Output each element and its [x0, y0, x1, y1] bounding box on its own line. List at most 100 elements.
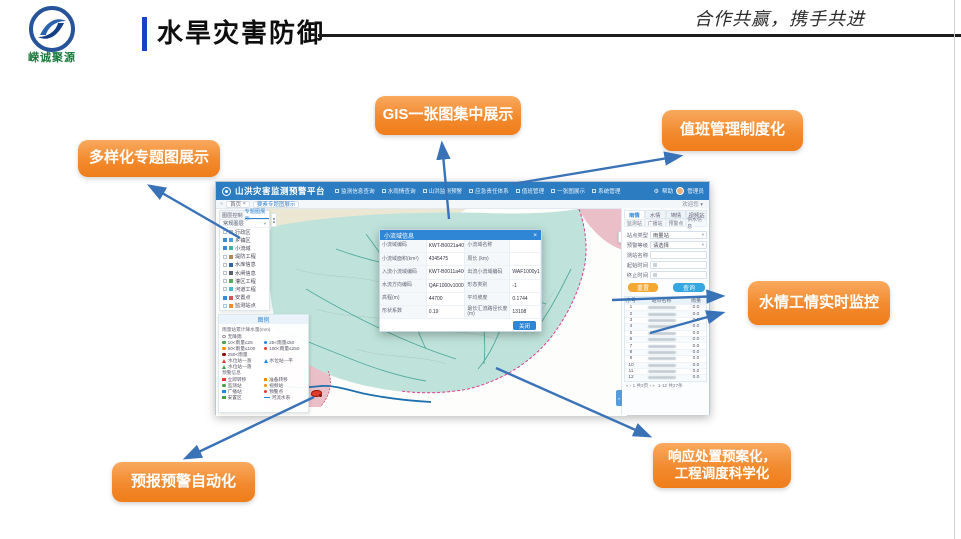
menu-item[interactable]: 水雨情查询	[382, 187, 416, 195]
form-buttons: 重置 查询	[624, 283, 707, 293]
warning-level-select[interactable]: 请选择	[650, 241, 707, 249]
menu-item-duty[interactable]: 值班管理	[516, 187, 544, 195]
gear-icon[interactable]: ⚙	[654, 188, 659, 195]
checkbox[interactable]	[223, 263, 227, 267]
map-legend: 图例 雨量站累计降水量(mm) 无降雨 10<雨量≤25 25<雨量≤50 50…	[218, 314, 309, 413]
menu-item[interactable]: 监测信息查询	[335, 187, 375, 195]
checkbox[interactable]	[223, 287, 227, 291]
station-icon	[229, 304, 233, 308]
tab-current-view[interactable]: 要素专题图展示	[253, 201, 300, 208]
table-row[interactable]: 120.0	[625, 374, 706, 380]
tab-monitor-station[interactable]: 监测站	[624, 219, 645, 227]
tab-thematic-maps[interactable]: 专题图展示	[245, 211, 270, 219]
menu-item[interactable]: 系统管理	[592, 187, 620, 195]
flood-event-marker[interactable]	[311, 390, 322, 397]
close-icon[interactable]: ×	[533, 232, 537, 239]
blurred-station-name	[648, 370, 676, 373]
layer-item[interactable]: 水闸信息	[220, 269, 269, 277]
start-time-input[interactable]	[650, 261, 707, 269]
app-header: 山洪灾害监测预警平台 监测信息查询 水雨情查询 山洪监测预警 应急责任体系 值班…	[216, 182, 709, 200]
admin-region-icon	[229, 230, 233, 234]
legend-item: 安置区	[222, 395, 264, 400]
layer-panel: 图层控制 专题图展示 常规图层 行政区 乡镇区 小流域 堤防工程 水库信息 水闸…	[219, 210, 270, 311]
stage-rising-icon	[222, 359, 226, 363]
layer-item[interactable]: 行政区	[220, 228, 269, 236]
layer-panel-tabs: 图层控制 专题图展示	[220, 211, 269, 220]
layer-item[interactable]: 乡镇区	[220, 236, 269, 244]
blurred-station-name	[648, 313, 676, 316]
legend-item: 无降雨	[222, 334, 264, 339]
callout-forecast-warning: 预报预警自动化	[112, 462, 255, 502]
dialog-title: 小流域信息	[384, 231, 414, 240]
station-type-select[interactable]: 雨量站	[650, 231, 707, 239]
blurred-station-name	[648, 338, 676, 341]
panel-collapse-handle[interactable]: «	[616, 390, 622, 406]
checkbox[interactable]	[223, 230, 227, 234]
checkbox-checked[interactable]	[223, 238, 227, 242]
end-time-input[interactable]	[650, 271, 707, 279]
tab-water[interactable]: 水情	[645, 210, 666, 219]
tab-layer-control[interactable]: 图层控制	[220, 211, 245, 219]
legend-item: 立即转移	[222, 377, 264, 382]
station-name-input[interactable]	[650, 251, 707, 259]
callout-gis-one-map: GIS一张图集中展示	[375, 96, 521, 135]
tab-soil[interactable]: 墒情	[666, 210, 687, 219]
shelter-icon	[229, 296, 233, 300]
legend-item: 视频站	[264, 383, 306, 388]
welcome-dropdown[interactable]: 欢迎您 ▾	[682, 200, 703, 208]
checkbox[interactable]	[223, 255, 227, 259]
checkbox-checked[interactable]	[223, 296, 227, 300]
river-line-icon	[264, 397, 270, 398]
query-panel: 雨情 水情 墒情 视频站 监测站 广播站 预警点 供水信息 站点类型 雨量站 预…	[621, 208, 709, 415]
checkbox[interactable]	[223, 279, 227, 283]
layer-item[interactable]: 河道工程	[220, 285, 269, 293]
tab-broadcast-station[interactable]: 广播站	[645, 219, 666, 227]
legend-item: 25<雨量≤50	[264, 340, 306, 345]
checkbox-checked[interactable]	[223, 246, 227, 250]
username: 管理员	[687, 187, 704, 195]
menu-item[interactable]: 一张图展示	[551, 187, 585, 195]
legend-item: 水位站—平	[264, 358, 306, 363]
help-link[interactable]: 帮助	[662, 187, 673, 195]
menu-item[interactable]: 山洪监测预警	[423, 187, 463, 195]
layer-item[interactable]: 小流域	[220, 244, 269, 252]
blurred-station-name	[648, 364, 676, 367]
township-icon	[229, 238, 233, 242]
close-icon[interactable]: ×	[243, 201, 246, 207]
tab-water-supply[interactable]: 供水信息	[686, 219, 707, 227]
rain-dot-icon	[264, 341, 268, 345]
pagination-nav[interactable]: « ‹ 1 共3页 › »	[626, 383, 655, 389]
tab-rain[interactable]: 雨情	[624, 210, 645, 219]
layer-item[interactable]: 监测站点	[220, 302, 269, 310]
app-menu: 监测信息查询 水雨情查询 山洪监测预警 应急责任体系 值班管理 一张图展示 系统…	[335, 187, 654, 195]
query-button[interactable]: 查询	[673, 283, 705, 292]
blurred-station-name	[648, 345, 676, 348]
tab-warning-point[interactable]: 预警点	[666, 219, 687, 227]
menu-item[interactable]: 应急责任体系	[469, 187, 509, 195]
callout-response-plan: 响应处置预案化， 工程调度科学化	[653, 443, 791, 488]
reservoir-icon	[229, 263, 233, 267]
tab-home[interactable]: 首页 ×	[226, 201, 250, 208]
sluice-icon	[229, 271, 233, 275]
rain-dot-icon	[222, 341, 226, 345]
legend-item: 50<雨量≤100	[222, 346, 264, 351]
legend-item: 250<雨量	[222, 352, 264, 357]
checkbox[interactable]	[223, 271, 227, 275]
blurred-station-name	[648, 351, 676, 354]
layer-item[interactable]: 堤防工程	[220, 253, 269, 261]
layer-item[interactable]: 灌区工程	[220, 277, 269, 285]
watershed-info-dialog: 小流域信息 × 小流域编码KWT-B0021a40000 小流域名称 小流域面积…	[379, 229, 542, 332]
layer-item[interactable]: 水库信息	[220, 261, 269, 269]
collapse-icon[interactable]: «	[220, 201, 223, 207]
checkbox[interactable]	[223, 304, 227, 308]
arrow-to-duty	[512, 156, 680, 184]
table-header: 序号 站点名称 雨量	[625, 297, 706, 304]
close-button[interactable]: 关闭	[513, 321, 536, 330]
avatar[interactable]	[676, 187, 684, 195]
reset-button[interactable]: 重置	[628, 283, 658, 292]
company-logo-icon	[28, 5, 76, 53]
dialog-row: 高程(m)44700 平均坡度0.1744	[380, 293, 541, 306]
panel-collapse-handle[interactable]	[271, 213, 277, 227]
header-right: ⚙ 帮助 管理员	[654, 187, 704, 195]
layer-item[interactable]: 安置点	[220, 294, 269, 302]
